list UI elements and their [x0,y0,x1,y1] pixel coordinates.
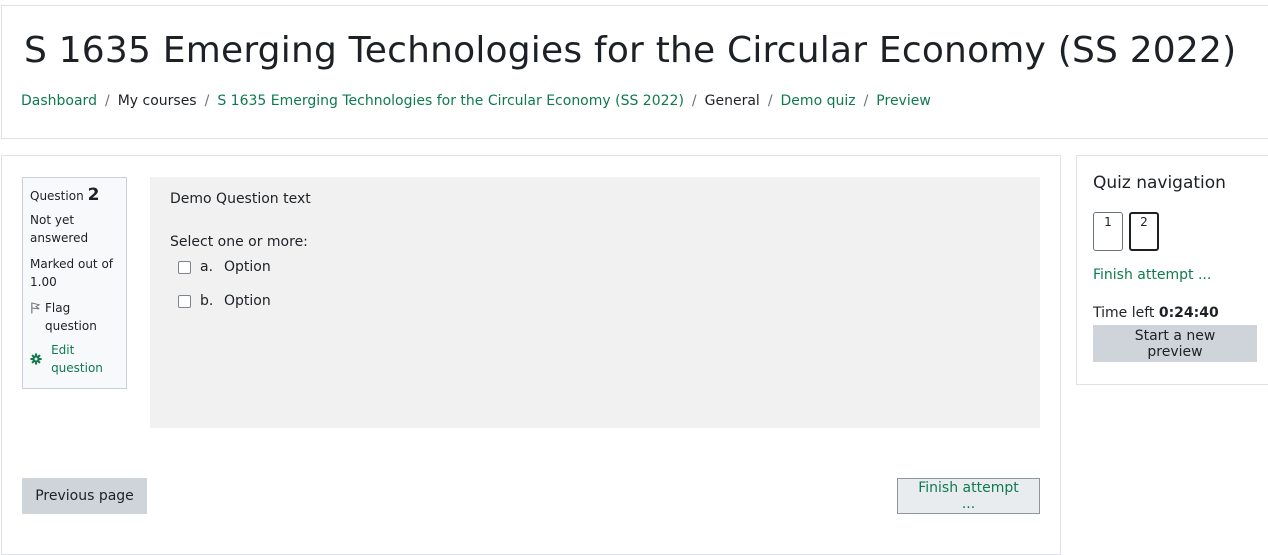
quiz-navigation-title: Quiz navigation [1093,173,1226,193]
breadcrumb-separator: / [204,93,210,109]
breadcrumb-separator: / [691,93,697,109]
time-left-value: 0:24:40 [1158,305,1219,321]
previous-page-button[interactable]: Previous page [22,478,147,514]
flag-icon [31,302,41,314]
question-state: Not yet answered [30,213,89,245]
checkbox[interactable] [178,260,191,274]
answer-option-b[interactable]: b. Option [170,284,1020,318]
quiz-nav-question-1[interactable]: 1 [1093,212,1123,251]
time-left-label: Time left [1093,305,1155,321]
option-letter: a. [200,259,214,275]
option-letter: b. [200,293,214,309]
time-left: Time left 0:24:40 [1093,305,1219,321]
question-grade: Marked out of 1.00 [30,257,114,289]
question-text: Demo Question text [170,191,311,207]
breadcrumb: Dashboard / My courses / S 1635 Emerging… [21,93,931,109]
breadcrumb-dashboard[interactable]: Dashboard [21,93,97,109]
option-label: Option [224,259,271,275]
start-new-preview-button[interactable]: Start a new preview [1093,325,1257,362]
option-label: Option [224,293,271,309]
breadcrumb-general: General [704,93,760,109]
breadcrumb-demo-quiz[interactable]: Demo quiz [781,93,856,109]
answer-prompt: Select one or more: [170,234,308,250]
question-info-panel: Question 2 Not yet answered Marked out o… [22,177,127,389]
question-content: Demo Question text Select one or more: a… [150,177,1040,428]
question-label: Question [30,189,84,203]
breadcrumb-separator: / [104,93,110,109]
flag-question-button[interactable]: Flag question [30,299,119,335]
page-header [1,5,1268,139]
breadcrumb-course[interactable]: S 1635 Emerging Technologies for the Cir… [217,93,684,109]
quiz-nav-question-2[interactable]: 2 [1129,212,1159,251]
finish-attempt-button[interactable]: Finish attempt ... [897,478,1040,514]
breadcrumb-my-courses: My courses [117,93,197,109]
finish-attempt-link[interactable]: Finish attempt ... [1093,267,1211,283]
breadcrumb-separator: / [863,93,869,109]
edit-question-label: Edit question [51,343,103,375]
answer-option-a[interactable]: a. Option [170,250,1020,284]
edit-question-link[interactable]: Edit question [30,341,119,377]
breadcrumb-separator: / [767,93,773,109]
breadcrumb-preview[interactable]: Preview [876,93,931,109]
question-number-value: 2 [87,185,100,205]
question-number: Question 2 [30,186,119,205]
flag-question-label: Flag question [44,301,97,333]
gear-icon [30,353,42,365]
page-title: S 1635 Emerging Technologies for the Cir… [24,30,1237,71]
checkbox[interactable] [178,294,191,308]
